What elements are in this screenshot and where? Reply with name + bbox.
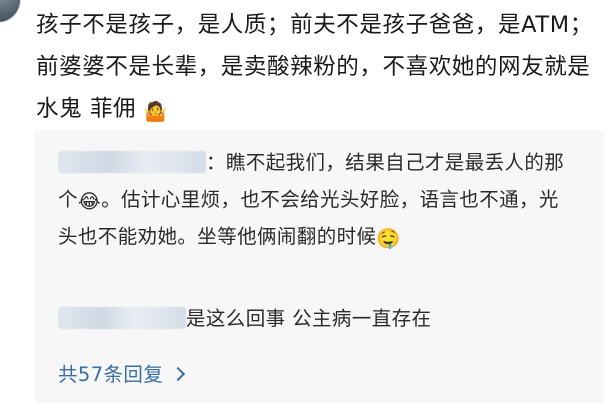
reply-item: 是这么回事 公主病一直存在 xyxy=(58,300,578,337)
shrug-emoji: 🤷 xyxy=(143,101,169,123)
post-body: 孩子不是孩子，是人质；前夫不是孩子爸爸，是ATM；前婆婆不是长辈，是卖酸辣粉的，… xyxy=(36,12,593,122)
reply-author-name[interactable] xyxy=(58,307,186,329)
reply-text: 是这么回事 公主病一直存在 xyxy=(186,307,432,330)
reply-text-continued: 。估计心里烦，也不会给光头好脸，语言也不通，光头也不能劝她。坐等他俩闹翻的时候 xyxy=(58,188,559,248)
avatar[interactable] xyxy=(0,0,20,22)
tears-of-joy-emoji: 😂 xyxy=(77,190,102,213)
replies-panel: ：瞧不起我们，结果自己才是最丢人的那个😂。估计心里烦，也不会给光头好脸，语言也不… xyxy=(34,130,604,403)
post-text-block: 孩子不是孩子，是人质；前夫不是孩子爸爸，是ATM；前婆婆不是长辈，是卖酸辣粉的，… xyxy=(36,4,602,130)
view-all-replies-label: 共57条回复 xyxy=(58,363,164,386)
reply-author-name[interactable] xyxy=(58,151,206,173)
drooling-emoji: 🤤 xyxy=(376,227,402,250)
view-all-replies-link[interactable]: 共57条回复 xyxy=(58,359,186,391)
chevron-right-icon xyxy=(171,366,186,382)
reply-item: ：瞧不起我们，结果自己才是最丢人的那个😂。估计心里烦，也不会给光头好脸，语言也不… xyxy=(58,144,578,255)
